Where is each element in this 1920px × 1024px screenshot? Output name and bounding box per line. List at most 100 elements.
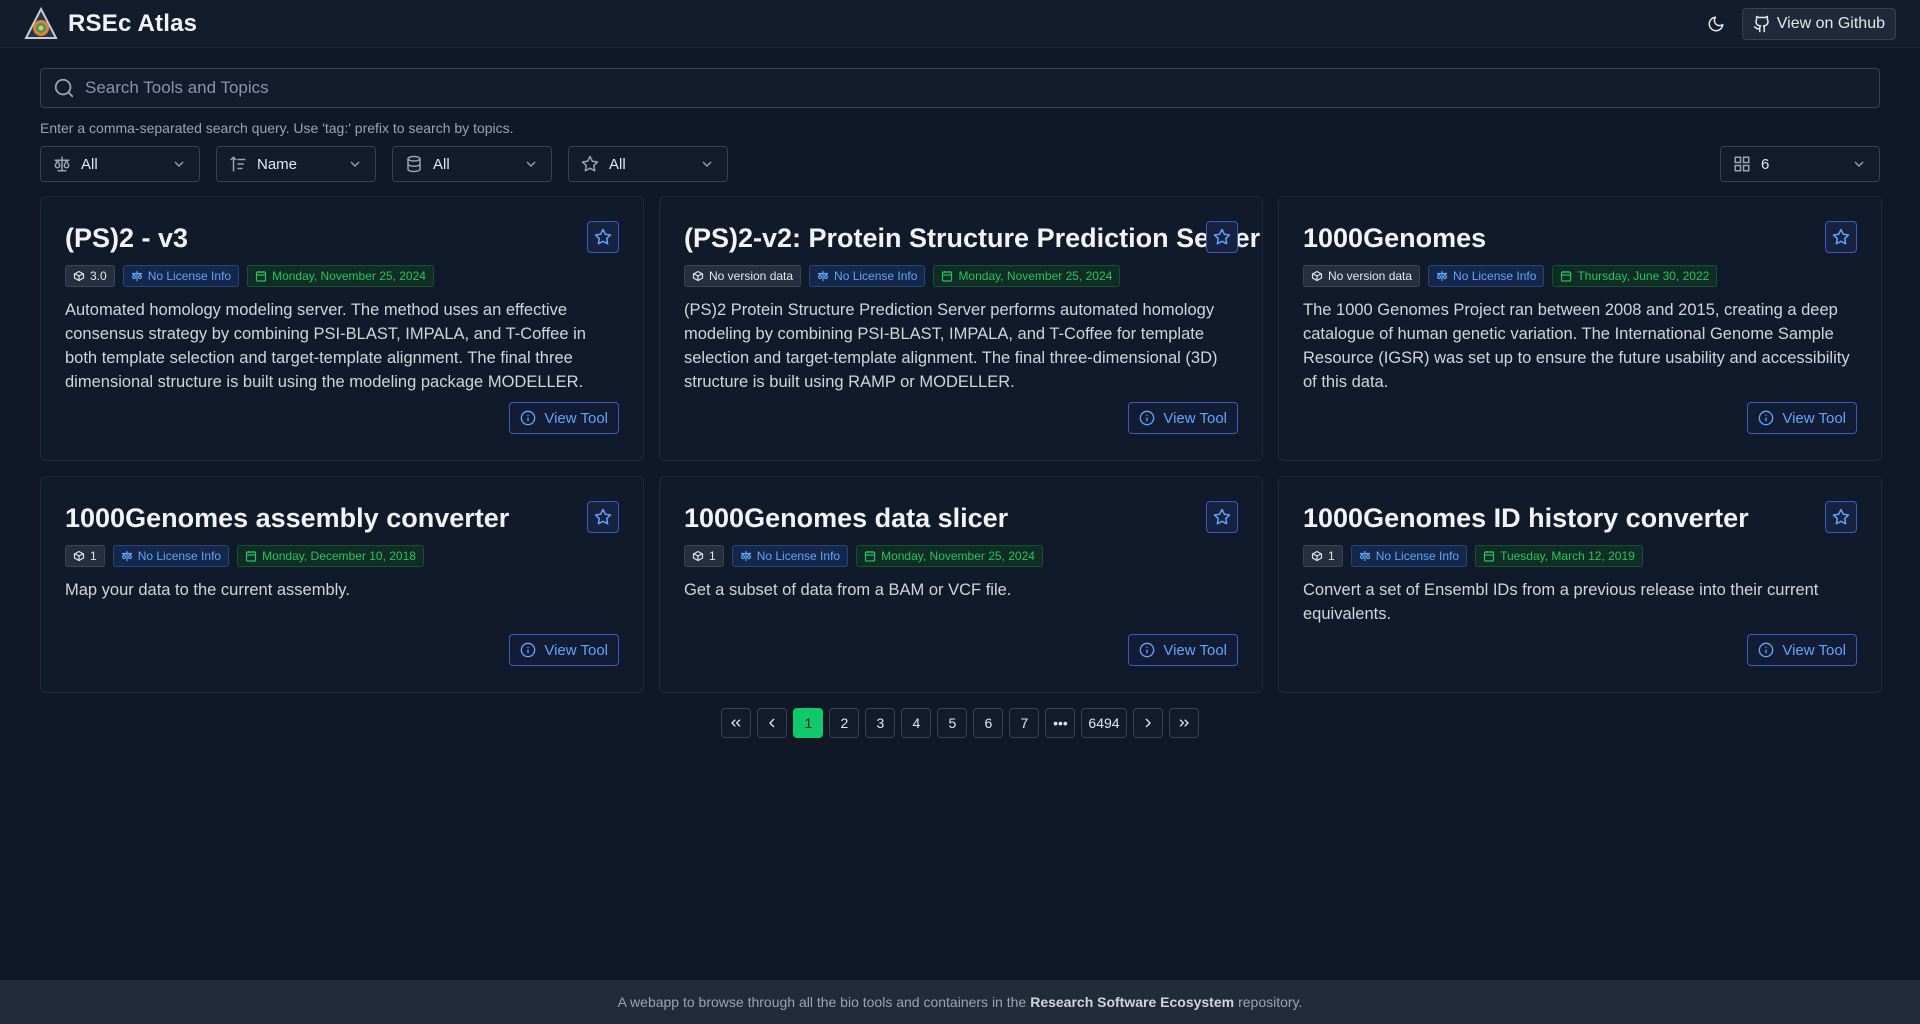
scale-icon [740,550,751,562]
prev-page-button[interactable] [757,708,788,738]
package-icon [1311,270,1323,282]
package-icon [692,550,704,562]
favorite-button[interactable] [1206,221,1238,253]
page-button-4[interactable]: 4 [901,708,932,738]
info-icon [521,642,536,658]
calendar-icon [255,271,267,282]
page-button-2[interactable]: 2 [829,708,860,738]
version-badge: 1 [1303,545,1343,567]
next-page-button[interactable] [1132,708,1163,738]
view-tool-label: View Tool [1163,641,1227,659]
date-badge: Monday, November 25, 2024 [933,265,1121,287]
search-bar [40,68,1880,108]
page-button-3[interactable]: 3 [865,708,896,738]
date-text: Monday, November 25, 2024 [881,549,1035,563]
scale-icon [131,270,142,282]
version-badge: 1 [65,545,105,567]
footer-prefix: A webapp to browse through all the bio t… [617,994,1027,1010]
theme-toggle-button[interactable] [1700,8,1732,40]
page-button-6[interactable]: 6 [973,708,1004,738]
chevron-down-icon [702,161,712,167]
date-badge: Monday, December 10, 2018 [237,545,424,567]
star-icon [581,155,599,172]
tool-card: 1000Genomes ID history converter 1 No Li… [1278,476,1882,693]
atlas-logo-icon [24,6,58,39]
favorite-button[interactable] [1206,501,1238,533]
license-text: No License Info [756,549,841,563]
view-tool-button[interactable]: View Tool [1747,402,1857,434]
tool-description: Automated homology modeling server. The … [65,301,586,391]
tool-description: (PS)2 Protein Structure Prediction Serve… [684,301,1218,391]
info-icon [1140,642,1155,658]
tool-card: 1000Genomes assembly converter 1 No Lice… [40,476,644,693]
info-icon [1759,410,1774,426]
calendar-icon [864,551,876,562]
license-badge: No License Info [122,265,240,287]
date-badge: Monday, November 25, 2024 [247,265,434,287]
scale-icon [817,270,829,282]
last-page-button[interactable] [1168,708,1199,738]
chevron-down-icon [350,161,360,167]
package-icon [1311,550,1323,562]
search-input[interactable] [85,78,1867,98]
page-ellipsis[interactable]: ••• [1045,708,1076,738]
source-filter-select[interactable]: All [392,146,552,182]
favorite-button[interactable] [587,221,619,253]
first-page-button[interactable] [721,708,752,738]
per-page-select[interactable]: 6 [1720,146,1880,182]
license-filter-select[interactable]: All [40,146,200,182]
favorite-button[interactable] [1825,501,1857,533]
view-tool-button[interactable]: View Tool [509,634,619,666]
app-title: RSEc Atlas [68,9,198,37]
github-button[interactable]: View on Github [1741,7,1896,40]
package-icon [73,550,85,562]
footer-link[interactable]: Research Software Ecosystem [1030,994,1234,1010]
view-tool-button[interactable]: View Tool [1128,402,1238,434]
date-badge: Tuesday, March 12, 2019 [1475,545,1643,567]
version-text: 1 [709,549,716,563]
version-text: No version data [1328,269,1413,283]
star-icon [594,228,612,245]
version-badge: 3.0 [65,265,115,287]
footer: A webapp to browse through all the bio t… [0,980,1920,1024]
favorite-button[interactable] [587,501,619,533]
tool-title: (PS)2 - v3 [65,223,189,253]
license-text: No License Info [1375,549,1460,563]
license-badge: No License Info [112,545,230,567]
version-badge: 1 [684,545,724,567]
footer-suffix: repository. [1238,994,1303,1010]
chevron-down-icon [174,161,184,167]
favorites-filter-select[interactable]: All [568,146,728,182]
calendar-icon [245,551,257,562]
view-tool-label: View Tool [544,641,608,659]
tool-description: Get a subset of data from a BAM or VCF f… [684,581,1012,599]
view-tool-button[interactable]: View Tool [1128,634,1238,666]
date-text: Monday, November 25, 2024 [272,269,426,283]
view-tool-button[interactable]: View Tool [509,402,619,434]
version-badge: No version data [684,265,802,287]
tool-title: 1000Genomes [1303,223,1487,253]
tool-title: 1000Genomes ID history converter [1303,503,1749,533]
tool-description: Map your data to the current assembly. [65,581,350,599]
favorite-button[interactable] [1825,221,1857,253]
package-icon [692,270,704,282]
view-tool-label: View Tool [1782,409,1846,427]
chevrons-right-icon [1179,719,1189,727]
page-button-5[interactable]: 5 [937,708,968,738]
tool-description: The 1000 Genomes Project ran between 200… [1303,301,1850,391]
page-button-1[interactable]: 1 [793,708,824,738]
github-button-label: View on Github [1776,14,1885,32]
tool-grid: (PS)2 - v3 3.0 No License Info Monday, N… [40,196,1882,693]
last-page-number-button[interactable]: 6494 [1081,708,1127,738]
tool-card: (PS)2-v2: Protein Structure Prediction S… [659,196,1263,461]
sort-select[interactable]: Name [216,146,376,182]
license-text: No License Info [834,269,918,283]
version-text: 3.0 [90,269,107,283]
chevron-down-icon [1854,161,1864,167]
star-icon [1832,228,1850,245]
view-tool-button[interactable]: View Tool [1747,634,1857,666]
scale-icon [54,156,70,172]
tool-card: 1000Genomes No version data No License I… [1278,196,1882,461]
page-button-7[interactable]: 7 [1009,708,1040,738]
chevrons-left-icon [731,719,741,727]
